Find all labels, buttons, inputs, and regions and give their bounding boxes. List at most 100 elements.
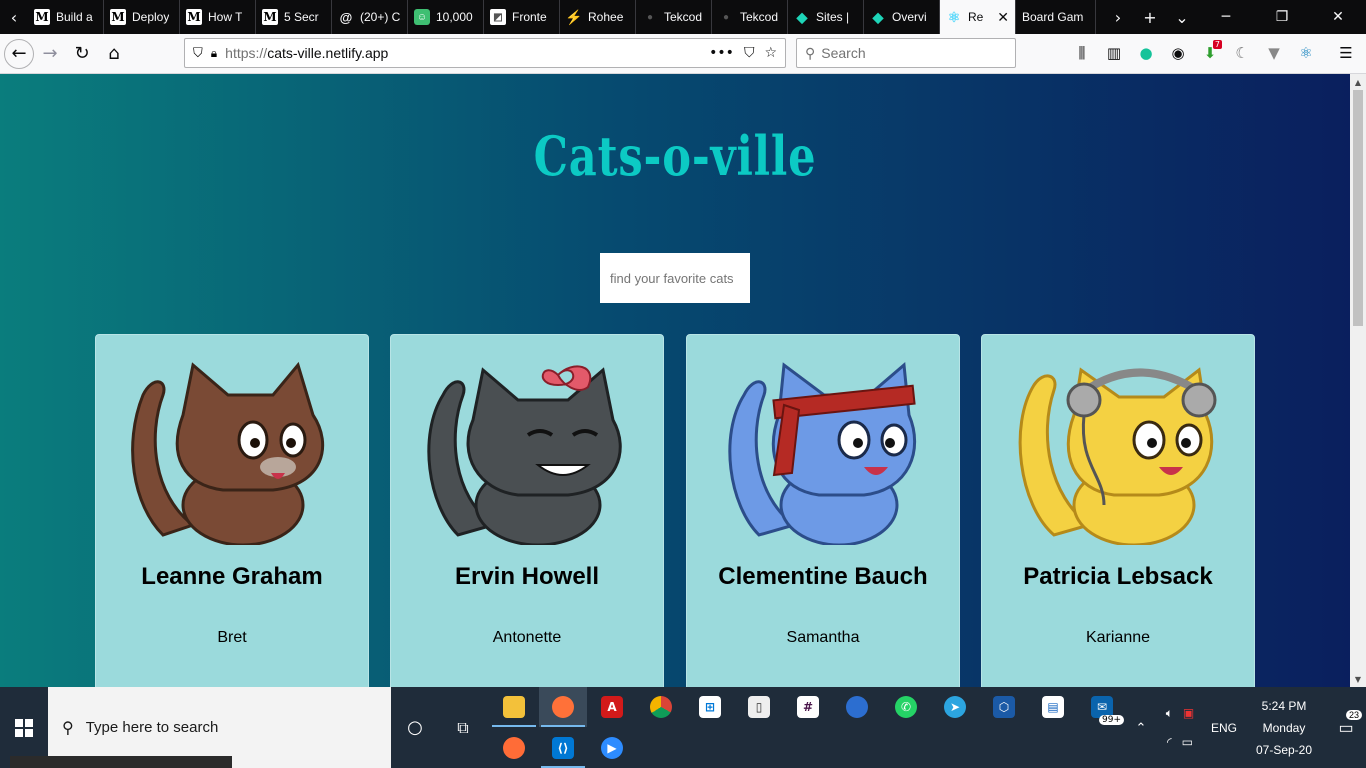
vue-devtools-icon[interactable]: ▼ bbox=[1258, 38, 1290, 68]
tab[interactable]: ◆ Overvi bbox=[864, 0, 940, 34]
taskbar-search-placeholder: Type here to search bbox=[85, 719, 219, 736]
account-icon[interactable]: ◉ bbox=[1162, 38, 1194, 68]
netlify-icon: ◆ bbox=[796, 8, 808, 25]
bookmark-star-icon[interactable]: ☆ bbox=[764, 45, 777, 61]
pocket-icon[interactable]: ⛉ bbox=[744, 45, 755, 61]
lock-icon[interactable]: 🔒︎ bbox=[211, 46, 217, 61]
medium-icon: M bbox=[186, 9, 202, 25]
tab[interactable]: Board Gam bbox=[1016, 0, 1096, 34]
bolt-icon: ⚡ bbox=[565, 8, 583, 25]
battery-icon[interactable]: ▭ bbox=[1182, 735, 1193, 749]
cat-card: Patricia Lebsack Karianne bbox=[981, 334, 1255, 687]
extension-icon[interactable]: ☾ bbox=[1226, 38, 1258, 68]
telegram-icon[interactable]: ➤ bbox=[931, 687, 979, 727]
tab-title: Build a bbox=[56, 10, 93, 24]
tab[interactable]: ● Tekcod bbox=[636, 0, 712, 34]
forward-icon[interactable]: → bbox=[34, 38, 66, 70]
firefox-developer-icon[interactable] bbox=[833, 687, 881, 727]
pdf-reader-icon[interactable]: A bbox=[588, 687, 636, 727]
tab[interactable]: @ (20+) C bbox=[332, 0, 408, 34]
cortana-icon[interactable]: ○ bbox=[391, 687, 439, 768]
tab-title: Rohee bbox=[588, 10, 624, 24]
cat-card: Leanne Graham Bret bbox=[95, 334, 369, 687]
tab-title: Sites | bbox=[816, 10, 850, 24]
react-devtools-icon[interactable]: ⚛ bbox=[1290, 38, 1322, 68]
cat-name: Clementine Bauch bbox=[718, 563, 928, 590]
grammarly-icon[interactable]: ● bbox=[1130, 38, 1162, 68]
clock[interactable]: 5:24 PM Monday 07-Sep-20 bbox=[1242, 695, 1326, 761]
scroll-down-icon[interactable]: ▼ bbox=[1350, 672, 1366, 686]
tab[interactable]: M 5 Secr bbox=[256, 0, 332, 34]
back-icon[interactable]: ← bbox=[4, 38, 34, 69]
store-icon[interactable]: ⊞ bbox=[686, 687, 734, 727]
page-scrollbar[interactable]: ▲ ▼ bbox=[1350, 74, 1366, 687]
cat-username: Karianne bbox=[1085, 629, 1151, 646]
netlify-icon: ◆ bbox=[872, 8, 884, 25]
clock-time: 5:24 PM bbox=[1261, 698, 1307, 713]
mail-icon[interactable]: ✉ 99+ bbox=[1078, 687, 1126, 727]
slack-icon[interactable]: # bbox=[784, 687, 832, 727]
cat-avatar-image bbox=[1018, 367, 1217, 545]
sidebar-icon[interactable]: ▥ bbox=[1098, 38, 1130, 68]
window-app-icon[interactable]: ▤ bbox=[1029, 687, 1077, 727]
notepad-icon[interactable]: ▯ bbox=[735, 687, 783, 727]
close-window-icon[interactable]: ✕ bbox=[1310, 0, 1366, 34]
shield-icon[interactable]: ⛉ bbox=[193, 46, 203, 61]
cat-avatar-image bbox=[427, 365, 622, 545]
postman-icon[interactable] bbox=[490, 728, 538, 768]
reload-icon[interactable]: ↻ bbox=[66, 38, 98, 70]
task-view-icon[interactable]: ⧉ bbox=[439, 687, 487, 768]
taskbar-preview-strip bbox=[10, 756, 232, 768]
language-indicator[interactable]: ENG bbox=[1206, 721, 1242, 735]
tab-scroll-left-icon[interactable]: ‹ bbox=[0, 0, 28, 34]
download-icon[interactable]: ⬇ 7 bbox=[1194, 38, 1226, 68]
cat-card: Clementine Bauch Samantha bbox=[686, 334, 960, 687]
action-center-icon[interactable]: ▭ 23 bbox=[1326, 709, 1366, 738]
tab[interactable]: ☺ 10,000 bbox=[408, 0, 484, 34]
tab-list-chevron-icon[interactable]: ⌄ bbox=[1166, 0, 1198, 34]
cat-search-input[interactable] bbox=[600, 253, 750, 303]
search-bar[interactable]: ⚲ Search bbox=[796, 38, 1016, 68]
close-tab-icon[interactable]: ✕ bbox=[997, 9, 1009, 26]
home-icon[interactable]: ⌂ bbox=[98, 38, 130, 70]
frontend-icon: ◩ bbox=[490, 9, 506, 25]
cat-name: Patricia Lebsack bbox=[1023, 563, 1213, 590]
chrome-icon[interactable] bbox=[637, 687, 685, 727]
virtualbox-icon[interactable]: ⬡ bbox=[980, 687, 1028, 727]
menu-icon[interactable]: ☰ bbox=[1330, 38, 1362, 68]
volume-icon[interactable]: 🔈︎ bbox=[1166, 706, 1173, 721]
tab[interactable]: M Build a bbox=[28, 0, 104, 34]
tab-title: 10,000 bbox=[436, 10, 473, 24]
zoom-icon[interactable]: ▶ bbox=[588, 728, 636, 768]
tab[interactable]: ● Tekcod bbox=[712, 0, 788, 34]
url-scheme: https:// bbox=[225, 45, 268, 61]
whatsapp-icon[interactable]: ✆ bbox=[882, 687, 930, 727]
page-actions-icon[interactable]: ••• bbox=[709, 45, 734, 61]
tab[interactable]: ◩ Fronte bbox=[484, 0, 560, 34]
tab-active[interactable]: ⚛ Re ✕ bbox=[940, 0, 1016, 34]
browser-extensions: ⫼ ▥ ● ◉ ⬇ 7 ☾ ▼ ⚛ ☰ bbox=[1066, 38, 1362, 68]
cat-username: Samantha bbox=[786, 629, 860, 646]
tab[interactable]: M Deploy bbox=[104, 0, 180, 34]
scrollbar-thumb[interactable] bbox=[1353, 90, 1363, 326]
new-tab-icon[interactable]: + bbox=[1134, 0, 1166, 34]
show-hidden-icons-icon[interactable]: ⌃ bbox=[1128, 720, 1154, 736]
network-icon[interactable]: ◜ bbox=[1167, 735, 1172, 749]
restore-icon[interactable]: ❐ bbox=[1254, 0, 1310, 34]
library-icon[interactable]: ⫼ bbox=[1066, 38, 1098, 68]
tab[interactable]: ⚡ Rohee bbox=[560, 0, 636, 34]
tab[interactable]: M How T bbox=[180, 0, 256, 34]
firefox-icon[interactable] bbox=[539, 687, 587, 727]
url-text[interactable]: https://cats-ville.netlify.app bbox=[225, 45, 701, 61]
page-viewport: Cats-o-ville Leanne Graham Bret Ervi bbox=[0, 74, 1350, 687]
security-icon[interactable]: ▣ bbox=[1183, 706, 1194, 721]
tray-status-icons: 🔈︎ ▣ ◜ ▭ bbox=[1154, 706, 1206, 749]
scroll-up-icon[interactable]: ▲ bbox=[1350, 75, 1366, 89]
tab-scroll-right-icon[interactable]: › bbox=[1102, 0, 1134, 34]
vscode-icon[interactable]: ⟨⟩ bbox=[539, 728, 587, 768]
tab[interactable]: ◆ Sites | bbox=[788, 0, 864, 34]
minimize-icon[interactable]: ─ bbox=[1198, 0, 1254, 34]
file-explorer-icon[interactable] bbox=[490, 687, 538, 727]
address-bar[interactable]: ⛉ 🔒︎ https://cats-ville.netlify.app ••• … bbox=[184, 38, 786, 68]
pinned-apps: A ⊞ ▯ # ✆ ➤ ⬡ ▤ ✉ 99+ ⟨⟩ ▶ bbox=[490, 687, 1130, 768]
